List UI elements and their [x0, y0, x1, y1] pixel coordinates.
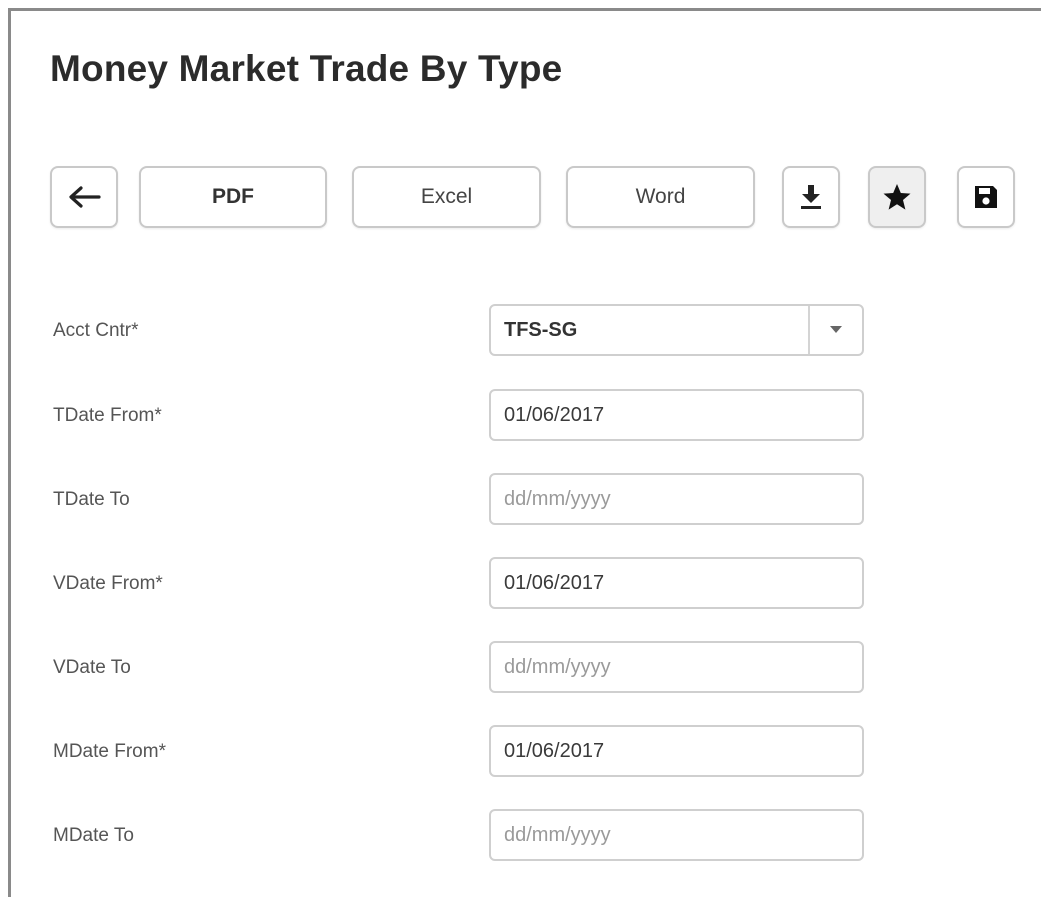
window-frame-top: [8, 8, 1041, 11]
form-row-mdate-from: MDate From*: [53, 725, 873, 779]
mdate-to-input[interactable]: [489, 809, 864, 861]
export-excel-button[interactable]: Excel: [352, 166, 541, 228]
acct-cntr-label: Acct Cntr*: [53, 320, 139, 341]
save-button[interactable]: [957, 166, 1015, 228]
window-frame-left: [8, 8, 11, 897]
favorite-button[interactable]: [868, 166, 926, 228]
form-row-vdate-from: VDate From*: [53, 557, 873, 611]
back-button[interactable]: [50, 166, 118, 228]
vdate-to-input[interactable]: [489, 641, 864, 693]
acct-cntr-select[interactable]: TFS-SG: [489, 304, 864, 356]
mdate-from-label: MDate From*: [53, 741, 166, 762]
arrow-left-icon: [67, 185, 101, 209]
download-button[interactable]: [782, 166, 840, 228]
page-title: Money Market Trade By Type: [50, 48, 563, 89]
export-word-button[interactable]: Word: [566, 166, 755, 228]
vdate-from-label: VDate From*: [53, 573, 163, 594]
download-icon: [799, 183, 823, 211]
form-row-mdate-to: MDate To: [53, 809, 873, 863]
export-excel-label: Excel: [420, 185, 473, 208]
report-toolbar: PDF Excel Word: [50, 166, 1025, 228]
caret-down-icon[interactable]: [810, 306, 862, 354]
vdate-to-label: VDate To: [53, 657, 131, 678]
floppy-disk-icon: [972, 183, 1000, 211]
form-row-tdate-from: TDate From*: [53, 389, 873, 443]
form-row-tdate-to: TDate To: [53, 473, 873, 527]
acct-cntr-value: TFS-SG: [504, 319, 578, 341]
tdate-from-label: TDate From*: [53, 405, 162, 426]
tdate-to-label: TDate To: [53, 489, 130, 510]
star-icon: [882, 182, 912, 212]
form-row-acct-cntr: Acct Cntr* TFS-SG: [53, 304, 873, 358]
vdate-from-input[interactable]: [489, 557, 864, 609]
mdate-to-label: MDate To: [53, 825, 134, 846]
form-row-vdate-to: VDate To: [53, 641, 873, 695]
export-pdf-button[interactable]: PDF: [139, 166, 327, 228]
tdate-to-input[interactable]: [489, 473, 864, 525]
export-word-label: Word: [635, 185, 686, 208]
mdate-from-input[interactable]: [489, 725, 864, 777]
export-pdf-label: PDF: [212, 185, 254, 208]
tdate-from-input[interactable]: [489, 389, 864, 441]
